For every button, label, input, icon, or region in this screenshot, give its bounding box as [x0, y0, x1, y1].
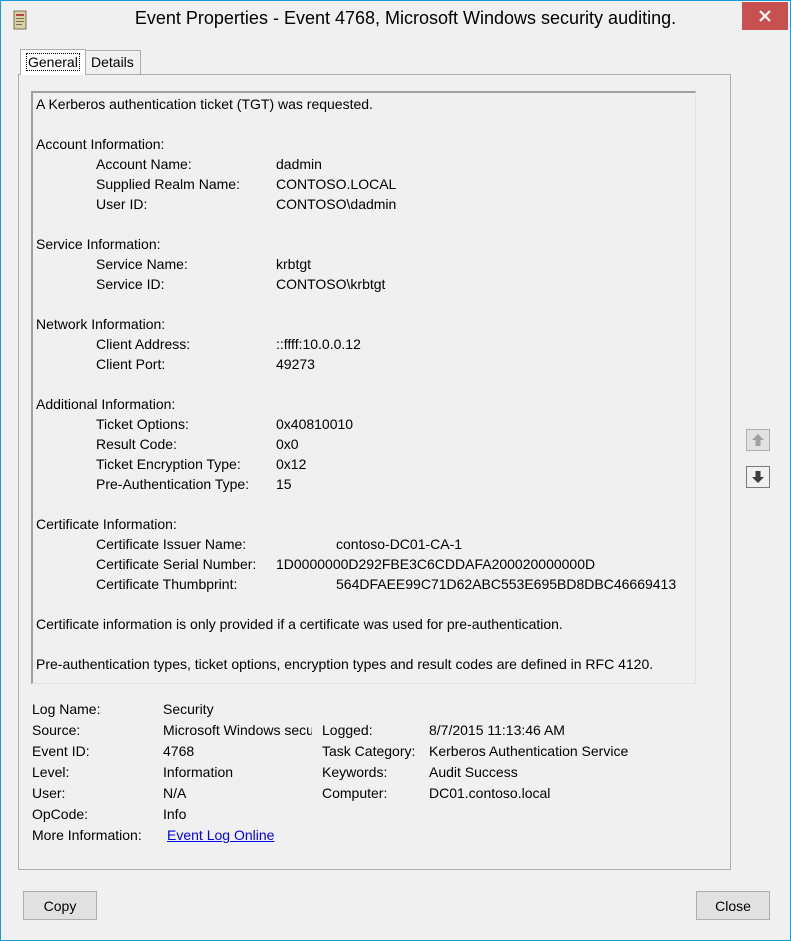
logged-label: Logged: [322, 722, 373, 738]
logged-value[interactable]: 8/7/2015 11:13:46 AM [429, 722, 565, 738]
field-value: CONTOSO.LOCAL [276, 176, 397, 192]
field-value: 564DFAEE99C71D62ABC553E695BD8DBC46669413 [336, 576, 677, 592]
title-bar[interactable]: Event Properties - Event 4768, Microsoft… [1, 1, 790, 39]
field-key: Service ID: [96, 276, 165, 292]
source-label: Source: [32, 722, 81, 738]
source-value[interactable]: Microsoft Windows security auditing. [163, 722, 312, 738]
task-category-label: Task Category: [322, 743, 416, 759]
user-value[interactable]: N/A [163, 785, 186, 801]
field-key: Certificate Serial Number: [96, 556, 257, 572]
opcode-label: OpCode: [32, 806, 89, 822]
field-key: Client Address: [96, 336, 191, 352]
field-key: User ID: [96, 196, 148, 212]
section-heading-account: Account Information: [36, 136, 165, 152]
field-key: Ticket Options: [96, 416, 189, 432]
field-key: Ticket Encryption Type: [96, 456, 241, 472]
field-value: 49273 [276, 356, 315, 372]
description-summary: A Kerberos authentication ticket (TGT) w… [36, 96, 373, 112]
field-value: CONTOSO\dadmin [276, 196, 397, 212]
field-value: 0x0 [276, 436, 299, 452]
close-button-label: Close [715, 897, 751, 914]
event-log-online-link[interactable]: Event Log Online [167, 827, 274, 843]
arrow-up-icon [752, 434, 764, 446]
computer-value[interactable]: DC01.contoso.local [429, 785, 550, 801]
level-label: Level: [32, 764, 70, 780]
close-button[interactable]: Close [696, 891, 770, 920]
log-name-value[interactable]: Security [163, 701, 214, 717]
field-value: 1D0000000D292FBE3C6CDDAFA200020000000D [276, 556, 596, 572]
close-icon [759, 10, 771, 22]
tab-details-label: Details [91, 54, 134, 70]
user-label: User: [32, 785, 66, 801]
field-key: Certificate Thumbprint: [96, 576, 238, 592]
keywords-value[interactable]: Audit Success [429, 764, 518, 780]
arrow-down-icon [752, 471, 764, 483]
field-value: ::ffff:10.0.0.12 [276, 336, 361, 352]
task-category-value[interactable]: Kerberos Authentication Service [429, 743, 628, 759]
copy-button[interactable]: Copy [23, 891, 97, 920]
field-value: CONTOSO\krbtgt [276, 276, 386, 292]
section-heading-additional: Additional Information: [36, 396, 176, 412]
field-key: Service Name: [96, 256, 188, 272]
field-value: krbtgt [276, 256, 312, 272]
opcode-value[interactable]: Info [163, 806, 186, 822]
tab-general-label: General [26, 53, 80, 71]
event-id-value[interactable]: 4768 [163, 743, 194, 759]
event-id-label: Event ID: [32, 743, 90, 759]
section-heading-certificate: Certificate Information: [36, 516, 177, 532]
title-close-button[interactable] [742, 2, 788, 30]
section-heading-service: Service Information: [36, 236, 161, 252]
log-name-label: Log Name: [32, 701, 101, 717]
level-value[interactable]: Information [163, 764, 233, 780]
computer-label: Computer: [322, 785, 388, 801]
next-event-button[interactable] [746, 466, 770, 488]
field-value: dadmin [276, 156, 322, 172]
field-key: Result Code: [96, 436, 177, 452]
field-value: 0x12 [276, 456, 307, 472]
field-key: Supplied Realm Name: [96, 176, 240, 192]
field-value: 15 [276, 476, 292, 492]
field-value: 0x40810010 [276, 416, 354, 432]
keywords-label: Keywords: [322, 764, 388, 780]
field-value: contoso-DC01-CA-1 [336, 536, 463, 552]
field-key: Client Port: [96, 356, 166, 372]
description-note-rfc: Pre-authentication types, ticket options… [36, 656, 654, 672]
section-heading-network: Network Information: [36, 316, 166, 332]
window-title: Event Properties - Event 4768, Microsoft… [134, 8, 677, 28]
tab-details[interactable]: Details [84, 50, 141, 74]
field-key: Account Name: [96, 156, 192, 172]
more-information-label: More Information: [32, 827, 142, 843]
copy-button-label: Copy [43, 897, 77, 914]
field-key: Certificate Issuer Name: [96, 536, 247, 552]
tab-general[interactable]: General [20, 49, 86, 75]
event-properties-window: Event Properties - Event 4768, Microsoft… [0, 0, 791, 941]
description-note-certificate: Certificate information is only provided… [36, 616, 563, 632]
field-key: Pre-Authentication Type: [96, 476, 250, 492]
previous-event-button[interactable] [746, 429, 770, 451]
